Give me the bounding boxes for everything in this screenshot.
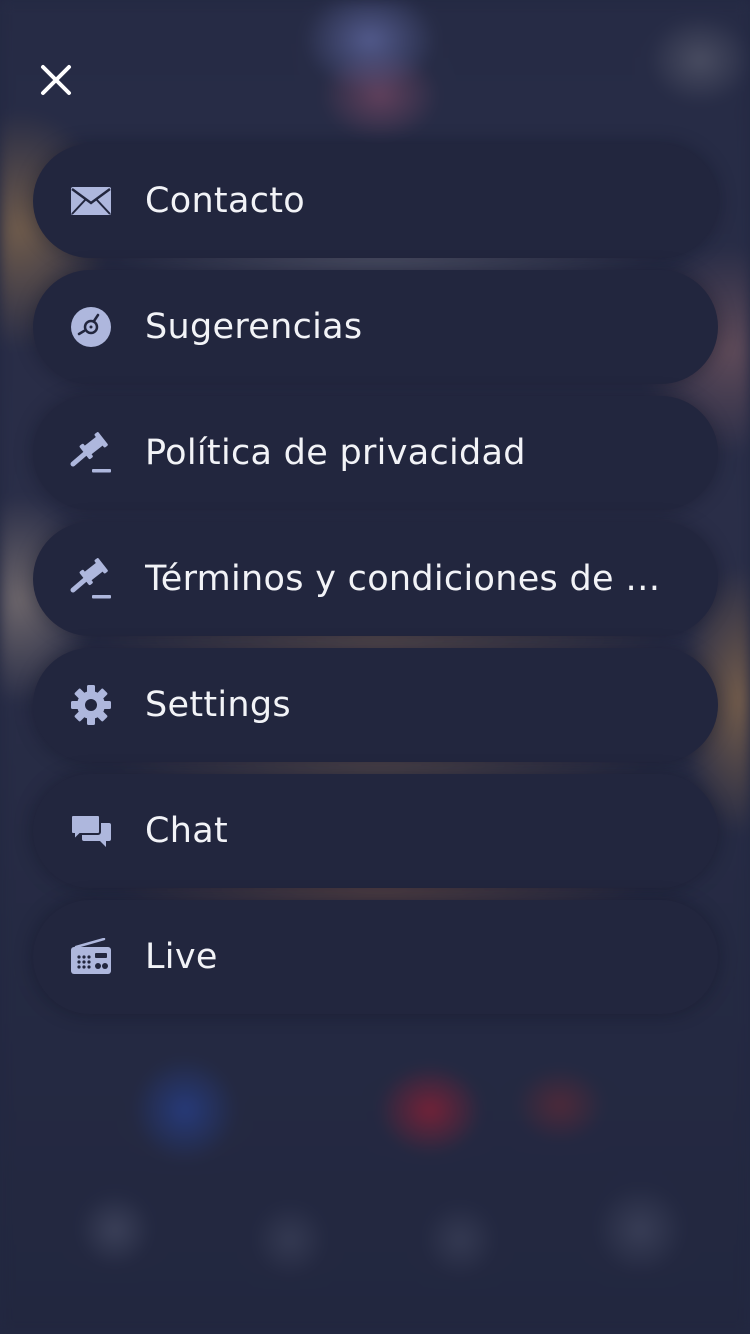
menu-item-label: Settings: [145, 685, 291, 725]
menu-item-label: Contacto: [145, 181, 305, 221]
gavel-icon: [69, 431, 113, 475]
menu-item-label: Política de privacidad: [145, 433, 526, 473]
menu-item-settings[interactable]: Settings: [33, 648, 718, 762]
menu-item-politica-privacidad[interactable]: Política de privacidad: [33, 396, 718, 510]
close-button[interactable]: [32, 56, 80, 104]
menu-item-label: Sugerencias: [145, 307, 363, 347]
menu-item-terminos-condiciones[interactable]: Términos y condiciones de v...: [33, 522, 718, 636]
menu-item-chat[interactable]: Chat: [33, 774, 718, 888]
menu-item-label: Live: [145, 937, 218, 977]
chat-bubbles-icon: [69, 809, 113, 853]
menu-item-live[interactable]: Live: [33, 900, 718, 1014]
side-menu: Contacto Sugerencias Política de privaci…: [33, 144, 718, 1026]
gavel-icon: [69, 557, 113, 601]
disc-icon: [69, 305, 113, 349]
radio-icon: [69, 935, 113, 979]
menu-item-label: Términos y condiciones de v...: [145, 559, 668, 599]
menu-item-sugerencias[interactable]: Sugerencias: [33, 270, 718, 384]
envelope-icon: [69, 179, 113, 223]
gear-icon: [69, 683, 113, 727]
menu-item-label: Chat: [145, 811, 228, 851]
menu-item-contacto[interactable]: Contacto: [33, 144, 718, 258]
close-icon: [41, 65, 71, 95]
